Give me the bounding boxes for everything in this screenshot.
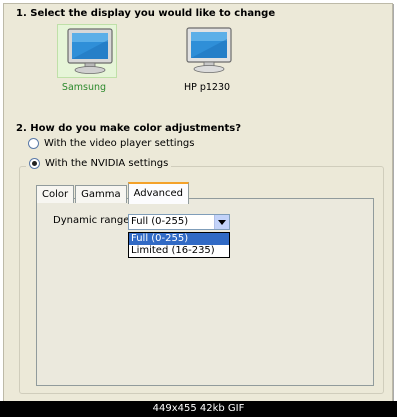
monitor-icon: [186, 27, 232, 73]
section2-heading: 2. How do you make color adjustments?: [16, 123, 242, 134]
radio-button[interactable]: [29, 158, 40, 169]
option-full[interactable]: Full (0-255): [129, 233, 229, 245]
display-label-samsung[interactable]: Samsung: [44, 82, 124, 93]
image-caption: 449x455 42kb GIF: [0, 401, 397, 417]
section1-heading: 1. Select the display you would like to …: [16, 8, 276, 19]
radio-video-player[interactable]: With the video player settings: [28, 138, 194, 149]
display-hp[interactable]: [177, 24, 237, 78]
tab-advanced[interactable]: Advanced: [127, 182, 190, 204]
tab-gamma[interactable]: Gamma: [75, 185, 127, 203]
radio-nvidia[interactable]: With the NVIDIA settings: [26, 158, 172, 169]
dynamic-range-label: Dynamic range:: [53, 215, 133, 226]
chevron-down-icon[interactable]: [214, 215, 229, 229]
radio-label: With the NVIDIA settings: [45, 158, 169, 169]
monitor-icon: [67, 28, 113, 74]
tab-color[interactable]: Color: [36, 185, 75, 203]
radio-button[interactable]: [28, 138, 39, 149]
tab-strip: Color Gamma Advanced: [36, 181, 190, 204]
dynamic-range-dropdown: Full (0-255) Limited (16-235): [128, 232, 230, 258]
option-limited[interactable]: Limited (16-235): [129, 245, 229, 257]
display-label-hp[interactable]: HP p1230: [167, 82, 247, 93]
select-value: Full (0-255): [131, 216, 189, 227]
radio-label: With the video player settings: [44, 138, 195, 149]
display-samsung[interactable]: [57, 24, 117, 78]
dynamic-range-select[interactable]: Full (0-255): [128, 214, 230, 230]
